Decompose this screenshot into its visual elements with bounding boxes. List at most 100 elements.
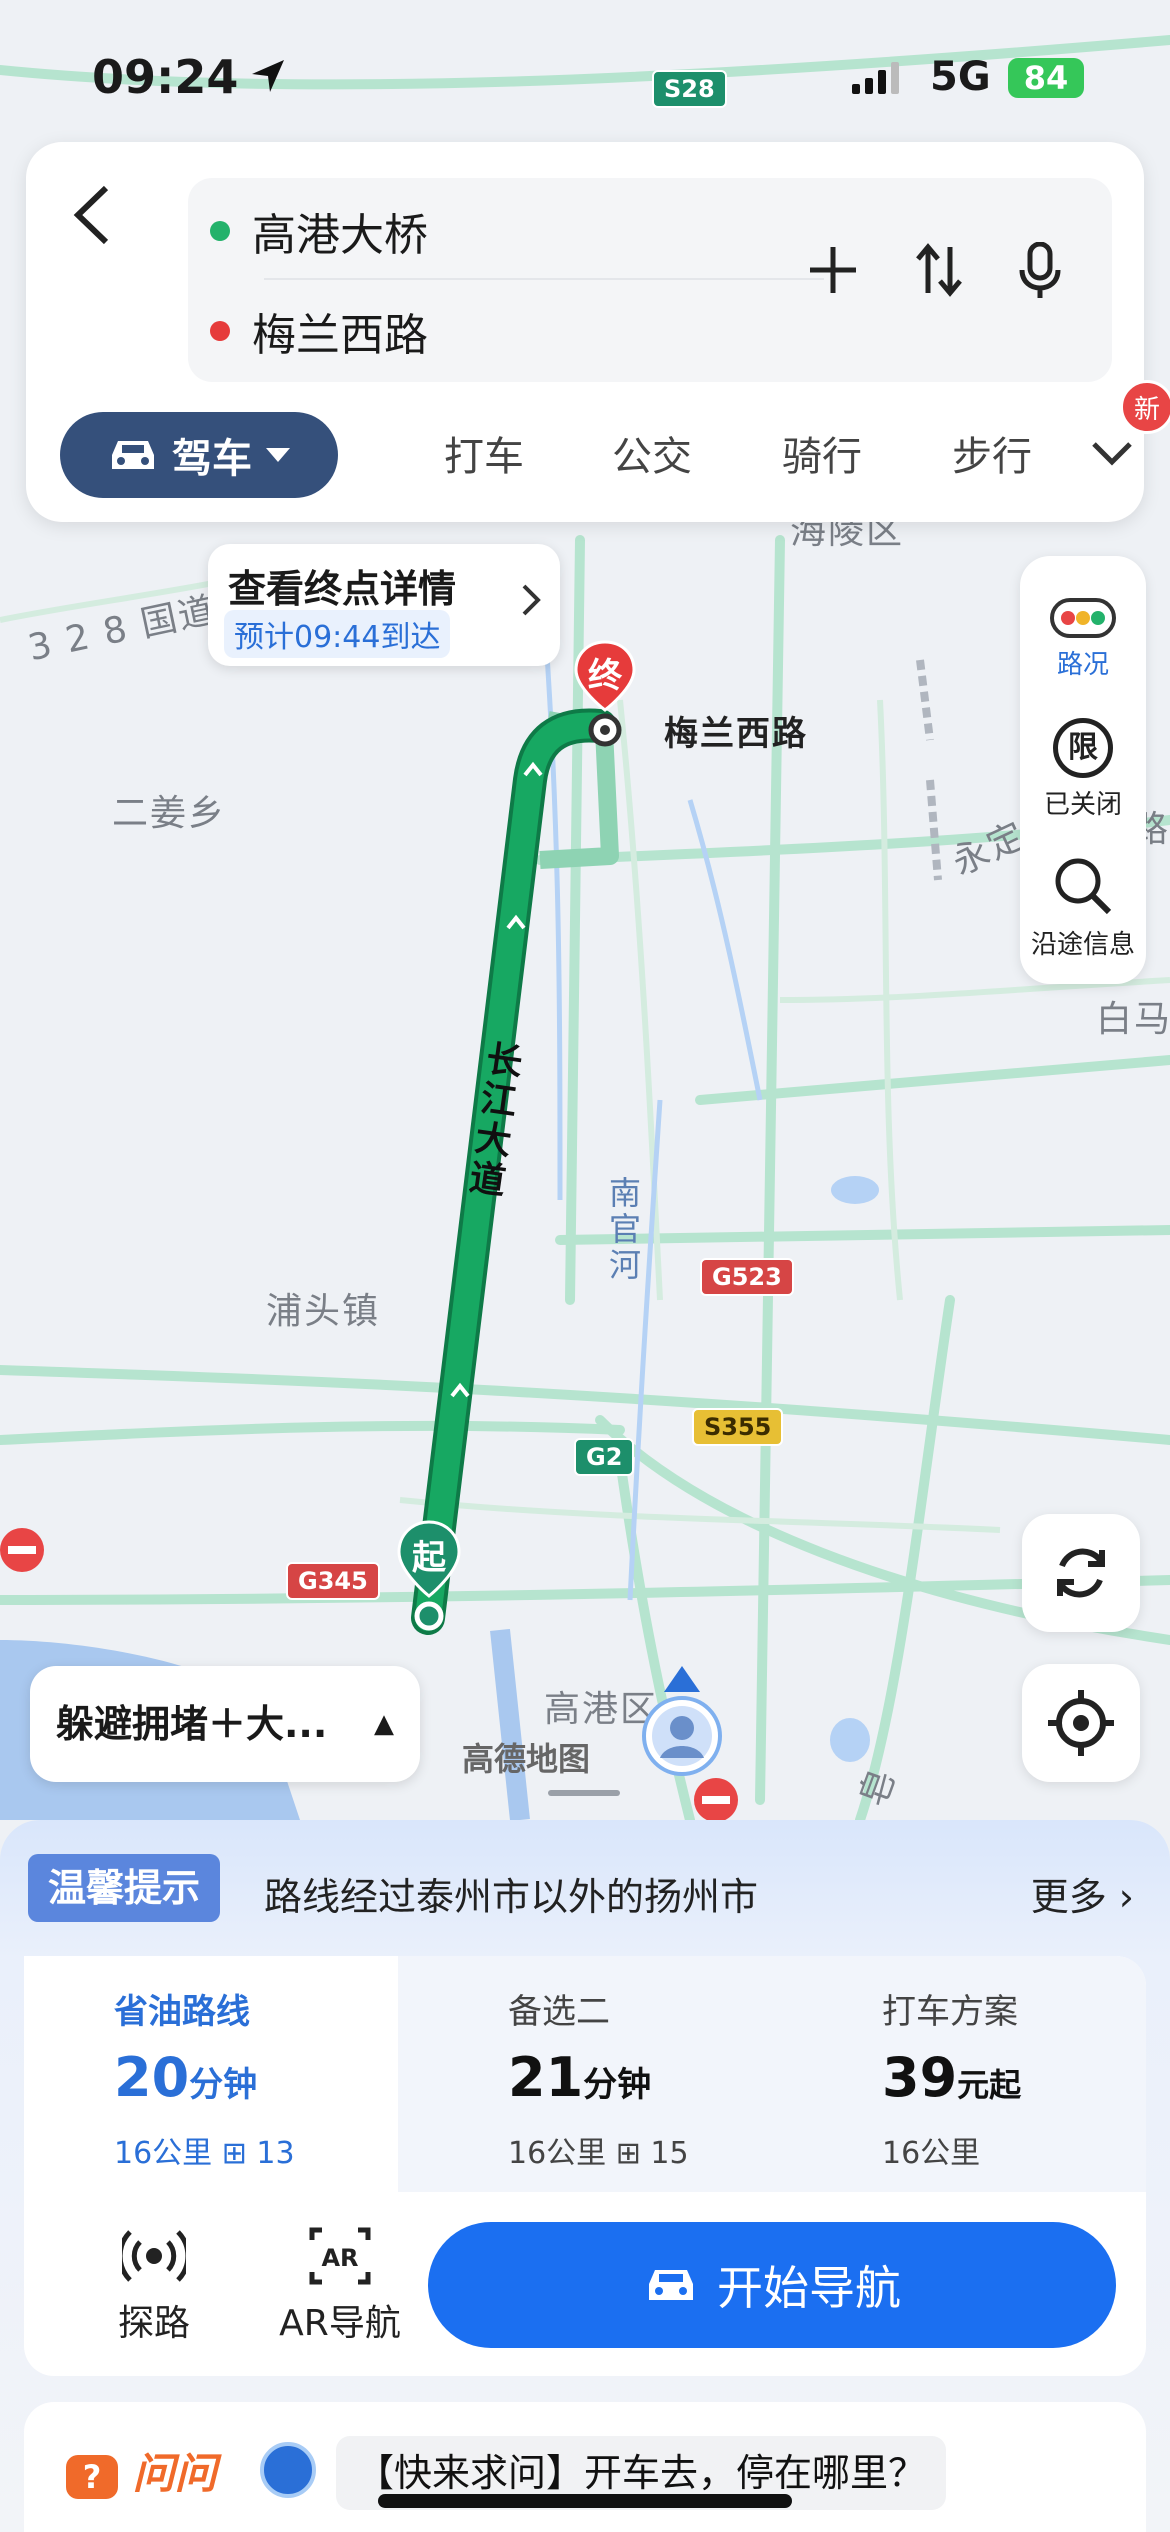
- chevron-right-icon: [520, 580, 542, 630]
- chevron-left-icon: [73, 185, 109, 245]
- route-preference-label: 躲避拥堵＋大...: [56, 1702, 328, 1746]
- chevron-down-icon: [1092, 442, 1132, 466]
- status-time: 09:24: [92, 50, 239, 104]
- origin-field[interactable]: 高港大桥: [210, 196, 428, 266]
- ar-navigation-label: AR导航: [279, 2303, 401, 2344]
- plan-taxi[interactable]: 打车方案 39元起 16公里: [772, 1956, 1146, 2192]
- tab-drive-label: 驾车: [172, 436, 252, 482]
- plan-alternative-2[interactable]: 备选二 21分钟 16公里 ⊞ 15: [398, 1956, 772, 2192]
- explore-button[interactable]: 探路: [74, 2226, 234, 2346]
- crosshair-icon: [1048, 1690, 1114, 1756]
- plan-distance: 16公里 ⊞ 15: [508, 2136, 689, 2171]
- plans-card: 省油路线 20分钟 16公里 ⊞ 13 备选二 21分钟 16公里 ⊞ 15 打…: [24, 1956, 1146, 2376]
- destination-detail-title: 查看终点详情: [228, 567, 457, 611]
- traffic-light-count-icon: ⊞: [615, 2136, 641, 2171]
- tab-bike[interactable]: 骑行: [782, 424, 862, 482]
- ask-bubble-icon: ?: [66, 2455, 118, 2499]
- location-arrow-icon: [248, 56, 288, 106]
- end-marker[interactable]: 终: [574, 640, 636, 750]
- destination-dot-icon: [210, 321, 230, 341]
- car-icon: [649, 2270, 693, 2300]
- refresh-route-button[interactable]: [1022, 1514, 1140, 1632]
- plan-fuel-saving[interactable]: 省油路线 20分钟 16公里 ⊞ 13: [24, 1956, 398, 2192]
- new-badge: 新: [1120, 380, 1170, 434]
- traffic-toggle[interactable]: 路况: [1020, 598, 1146, 681]
- tip-message: 路线经过泰州市以外的扬州市: [264, 1875, 759, 1919]
- scale-bar: [548, 1790, 620, 1796]
- origin-text: 高港大桥: [252, 210, 428, 261]
- battery-indicator: 84: [1008, 58, 1084, 98]
- plus-icon: [810, 247, 856, 293]
- along-route-label: 沿途信息: [1030, 930, 1135, 960]
- travel-mode-tabs: 驾车 打车 公交 骑行 步行 新: [60, 380, 1170, 500]
- voice-button[interactable]: [1018, 241, 1062, 315]
- current-location-marker: [640, 1666, 724, 1780]
- road-badge-g345: G345: [286, 1562, 380, 1600]
- start-marker[interactable]: 起: [396, 1520, 462, 1638]
- microphone-icon: [1019, 241, 1061, 298]
- restriction-label: 已关闭: [1043, 790, 1122, 820]
- swap-button[interactable]: [914, 242, 964, 315]
- destination-text: 梅兰西路: [252, 310, 428, 361]
- radar-icon: [122, 2230, 186, 2282]
- route-preference-selector[interactable]: 躲避拥堵＋大... ▲: [30, 1666, 420, 1782]
- ask-brand: ? 问问: [66, 2440, 217, 2501]
- input-divider: [264, 278, 824, 280]
- refresh-icon: [1057, 1548, 1105, 1598]
- map-label-putou: 浦头镇: [266, 1291, 381, 1332]
- home-indicator: [378, 2494, 792, 2508]
- back-button[interactable]: [68, 180, 128, 260]
- tab-walk[interactable]: 步行: [952, 424, 1032, 482]
- route-plans-panel: 温馨提示 路线经过泰州市以外的扬州市 更多 › 省油路线 20分钟 16公里 ⊞…: [0, 1820, 1170, 2532]
- ar-icon: AR: [309, 2227, 371, 2285]
- map-label-erjiang: 二姜乡: [112, 793, 227, 834]
- plan-name: 打车方案: [882, 1992, 1018, 2032]
- destination-map-label: 梅兰西路: [664, 714, 808, 754]
- start-navigation-button[interactable]: 开始导航: [428, 2222, 1116, 2348]
- road-badge-g523: G523: [700, 1258, 794, 1296]
- add-stop-button[interactable]: [806, 242, 860, 315]
- end-marker-label: 终: [588, 656, 622, 696]
- map-label-baima: 白马: [1096, 999, 1170, 1040]
- plan-distance: 16公里: [882, 2136, 981, 2171]
- ask-bar[interactable]: ? 问问 【快来求问】开车去，停在哪里？: [24, 2402, 1146, 2532]
- restriction-icon: 限: [1053, 718, 1113, 778]
- tab-drive[interactable]: 驾车: [60, 412, 338, 498]
- status-bar: 09:24 5G 84: [0, 40, 1170, 120]
- start-marker-label: 起: [412, 1538, 446, 1578]
- destination-detail-callout[interactable]: 查看终点详情 预计09:44到达: [208, 544, 560, 666]
- search-icon: [1055, 858, 1112, 915]
- tip-more-link[interactable]: 更多 ›: [1031, 1866, 1134, 1921]
- road-badge-s355: S355: [692, 1408, 784, 1446]
- road-badge-g2: G2: [574, 1438, 635, 1476]
- tip-bar[interactable]: 温馨提示 路线经过泰州市以外的扬州市 更多 ›: [28, 1854, 1140, 1924]
- origin-dot-icon: [210, 221, 230, 241]
- restriction-toggle[interactable]: 限 已关闭: [1020, 718, 1146, 821]
- ar-navigation-button[interactable]: AR AR导航: [250, 2226, 430, 2346]
- traffic-light-count-icon: ⊞: [221, 2136, 247, 2171]
- destination-field[interactable]: 梅兰西路: [210, 296, 428, 366]
- river-label-nanguan: 南官河: [604, 1176, 642, 1284]
- car-icon: [112, 441, 154, 469]
- along-route-button[interactable]: 沿途信息: [1020, 854, 1146, 961]
- caret-up-icon: ▲: [374, 1709, 394, 1739]
- route-inputs: 高港大桥 梅兰西路: [188, 178, 1112, 382]
- more-modes-button[interactable]: [1090, 438, 1134, 472]
- explore-label: 探路: [117, 2303, 190, 2344]
- mascot-icon: [260, 2442, 316, 2498]
- signal-icon: [852, 60, 899, 94]
- tab-bus[interactable]: 公交: [612, 424, 692, 482]
- plan-time: 20分钟: [114, 2046, 258, 2109]
- svg-text:AR: AR: [321, 2244, 358, 2272]
- map-tools-panel: 路况 限 已关闭 沿途信息: [1020, 556, 1146, 984]
- tab-taxi[interactable]: 打车: [444, 424, 524, 482]
- locate-me-button[interactable]: [1022, 1664, 1140, 1782]
- network-type: 5G: [930, 54, 991, 100]
- traffic-label: 路况: [1056, 650, 1109, 680]
- amap-watermark: 高德地图: [462, 1740, 591, 1778]
- user-avatar-icon: [642, 1666, 722, 1776]
- plan-name: 备选二: [508, 1992, 610, 2032]
- plan-distance: 16公里 ⊞ 13: [114, 2136, 295, 2171]
- tip-tag: 温馨提示: [28, 1854, 221, 1922]
- caret-down-icon: [266, 448, 290, 462]
